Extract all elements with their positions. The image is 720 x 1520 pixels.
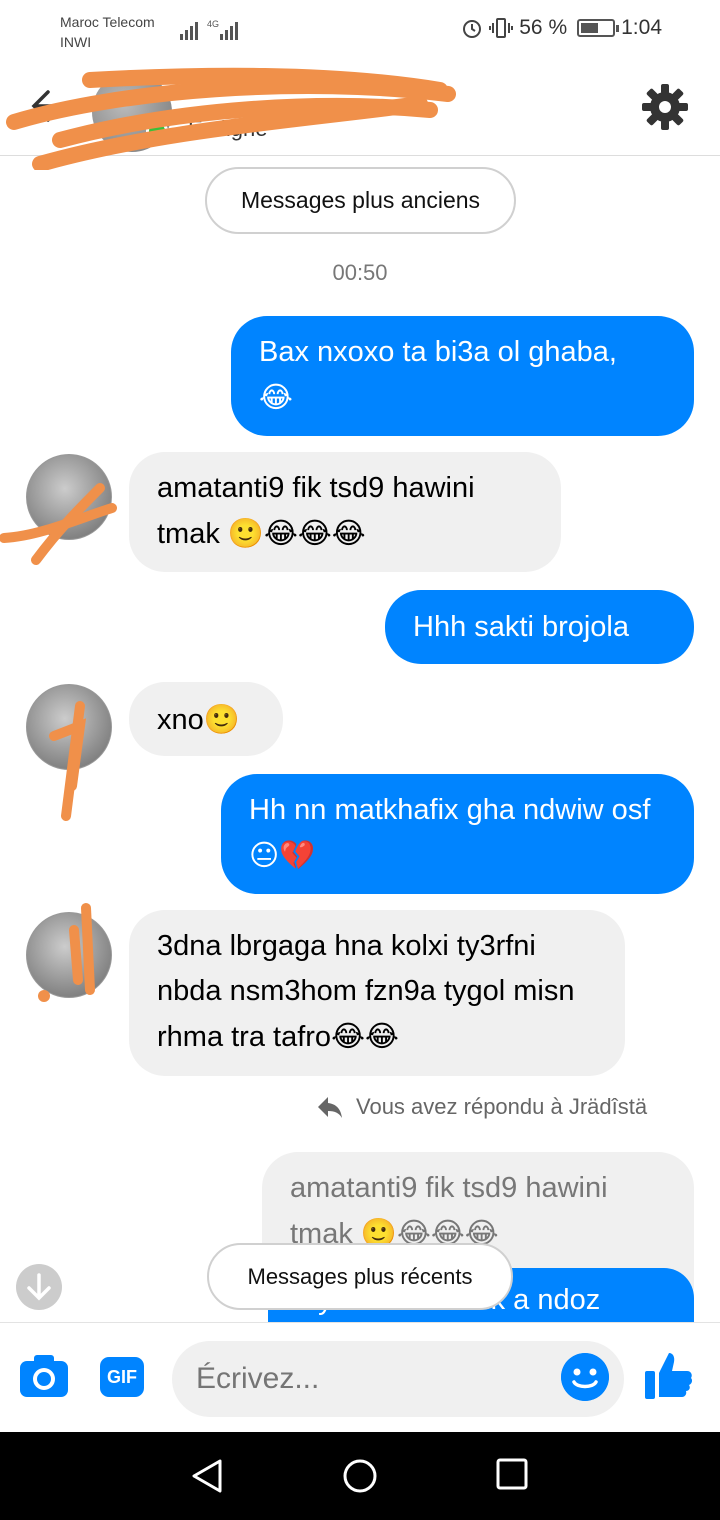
message-incoming[interactable]: 3dna lbrgaga hna kolxi ty3rfni nbda nsm3… — [129, 910, 625, 1076]
clock: 1:04 — [621, 16, 662, 39]
avatar-redaction-scribble — [49, 701, 87, 821]
avatar-redaction-scribble — [0, 483, 117, 565]
message-outgoing[interactable]: Bax nxoxo ta bi3a ol ghaba, 😂 — [231, 316, 694, 436]
carrier-info: Maroc Telecom INWI — [60, 12, 155, 52]
reply-icon — [318, 1097, 342, 1118]
message-emoji: 😐💔 — [249, 838, 316, 872]
alarm-icon — [463, 20, 482, 38]
gear-icon[interactable] — [640, 82, 690, 132]
message-outgoing[interactable]: Hhh sakti brojola — [385, 590, 694, 664]
message-emoji: 🙂😂😂😂 — [227, 516, 366, 550]
message-input[interactable] — [172, 1341, 624, 1417]
online-indicator — [146, 120, 168, 142]
message-emoji: 🙂 — [203, 702, 240, 736]
status-bar: Maroc Telecom INWI 4G 56 % 1:04 — [0, 0, 720, 62]
newer-messages-button[interactable]: Messages plus récents — [207, 1243, 513, 1310]
camera-icon[interactable] — [19, 1353, 69, 1399]
emoji-icon[interactable] — [561, 1353, 609, 1401]
battery-icon — [577, 19, 620, 37]
svg-text:4G: 4G — [207, 19, 219, 29]
signal-icon: 4G — [180, 19, 238, 40]
message-incoming[interactable]: xno🙂 — [129, 682, 283, 756]
message-text: xno — [157, 704, 204, 736]
message-incoming[interactable]: amatanti9 fik tsd9 hawini tmak 🙂😂😂😂 — [129, 452, 561, 572]
carrier-1: Maroc Telecom — [60, 14, 155, 30]
nav-home-icon[interactable] — [342, 1458, 378, 1494]
status-right: 56 % 1:04 — [461, 16, 662, 40]
message-text: Hh nn matkhafix gha ndwiw osf — [249, 794, 651, 826]
message-outgoing[interactable]: Hh nn matkhafix gha ndwiw osf 😐💔 — [221, 774, 694, 894]
system-nav-bar — [0, 1432, 720, 1520]
scroll-down-button[interactable] — [16, 1264, 62, 1310]
thumbs-up-icon[interactable] — [643, 1349, 695, 1401]
message-text: Hhh sakti brojola — [413, 611, 629, 643]
older-messages-button[interactable]: Messages plus anciens — [205, 167, 516, 234]
vibrate-icon — [489, 18, 514, 38]
reply-notice: Vous avez répondu à Jrädîstä — [316, 1094, 647, 1120]
conversation-header: En ligne — [0, 62, 720, 156]
avatar-redaction-scribble — [38, 903, 95, 1002]
contact-status: En ligne — [188, 116, 268, 141]
nav-recents-icon[interactable] — [496, 1458, 528, 1490]
message-text: Bax nxoxo ta bi3a ol ghaba, — [259, 336, 617, 368]
message-timestamp: 00:50 — [332, 260, 388, 285]
battery-percent: 56 % — [519, 16, 568, 39]
gif-button[interactable]: GIF — [100, 1357, 144, 1397]
arrow-down-icon — [27, 1273, 51, 1301]
message-emoji: 😂 — [259, 380, 293, 414]
nav-back-icon[interactable] — [190, 1458, 224, 1494]
arrow-left-icon[interactable] — [30, 86, 70, 126]
message-emoji: 😂😂 — [331, 1019, 399, 1053]
reply-notice-text: Vous avez répondu à Jrädîstä — [356, 1094, 648, 1119]
message-composer: GIF — [0, 1322, 720, 1432]
carrier-2: INWI — [60, 34, 92, 50]
